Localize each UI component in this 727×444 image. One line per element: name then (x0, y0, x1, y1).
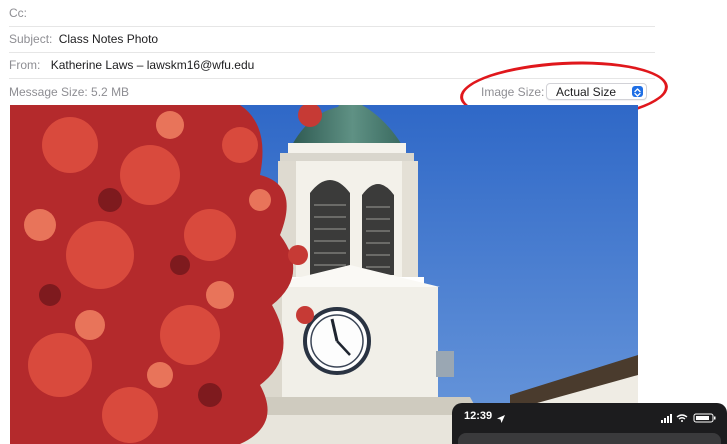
from-value[interactable]: Katherine Laws – lawskm16@wfu.edu (51, 58, 255, 72)
cc-row: Cc: (9, 0, 655, 27)
phone-screenshot-overlay: 12:39 (452, 403, 727, 444)
signal-bars-icon (661, 414, 672, 423)
phone-sheet-panel (458, 433, 721, 444)
message-size-value: 5.2 MB (91, 85, 130, 99)
phone-time: 12:39 (464, 410, 493, 422)
subject-row: Subject: Class Notes Photo (9, 26, 655, 53)
image-size-dropdown[interactable]: Actual Size (546, 83, 647, 100)
photo-attachment[interactable] (10, 105, 638, 444)
cc-label: Cc: (9, 6, 27, 20)
from-row: From: Katherine Laws – lawskm16@wfu.edu (9, 52, 655, 79)
message-size-label: Message Size: (9, 85, 88, 99)
updown-chevron-icon (632, 86, 643, 97)
wifi-icon (676, 414, 688, 420)
battery-icon (693, 413, 716, 423)
from-label: From: (9, 58, 41, 72)
status-icons (661, 412, 719, 423)
message-size-row: Message Size: 5.2 MB Image Size: Actual … (9, 79, 655, 105)
image-size-selected: Actual Size (556, 85, 617, 99)
image-size-label: Image Size: (481, 85, 545, 99)
location-arrow-icon (497, 412, 505, 426)
subject-value[interactable]: Class Notes Photo (59, 32, 158, 46)
subject-label: Subject: (9, 32, 53, 46)
clock-tower-image (10, 105, 638, 444)
